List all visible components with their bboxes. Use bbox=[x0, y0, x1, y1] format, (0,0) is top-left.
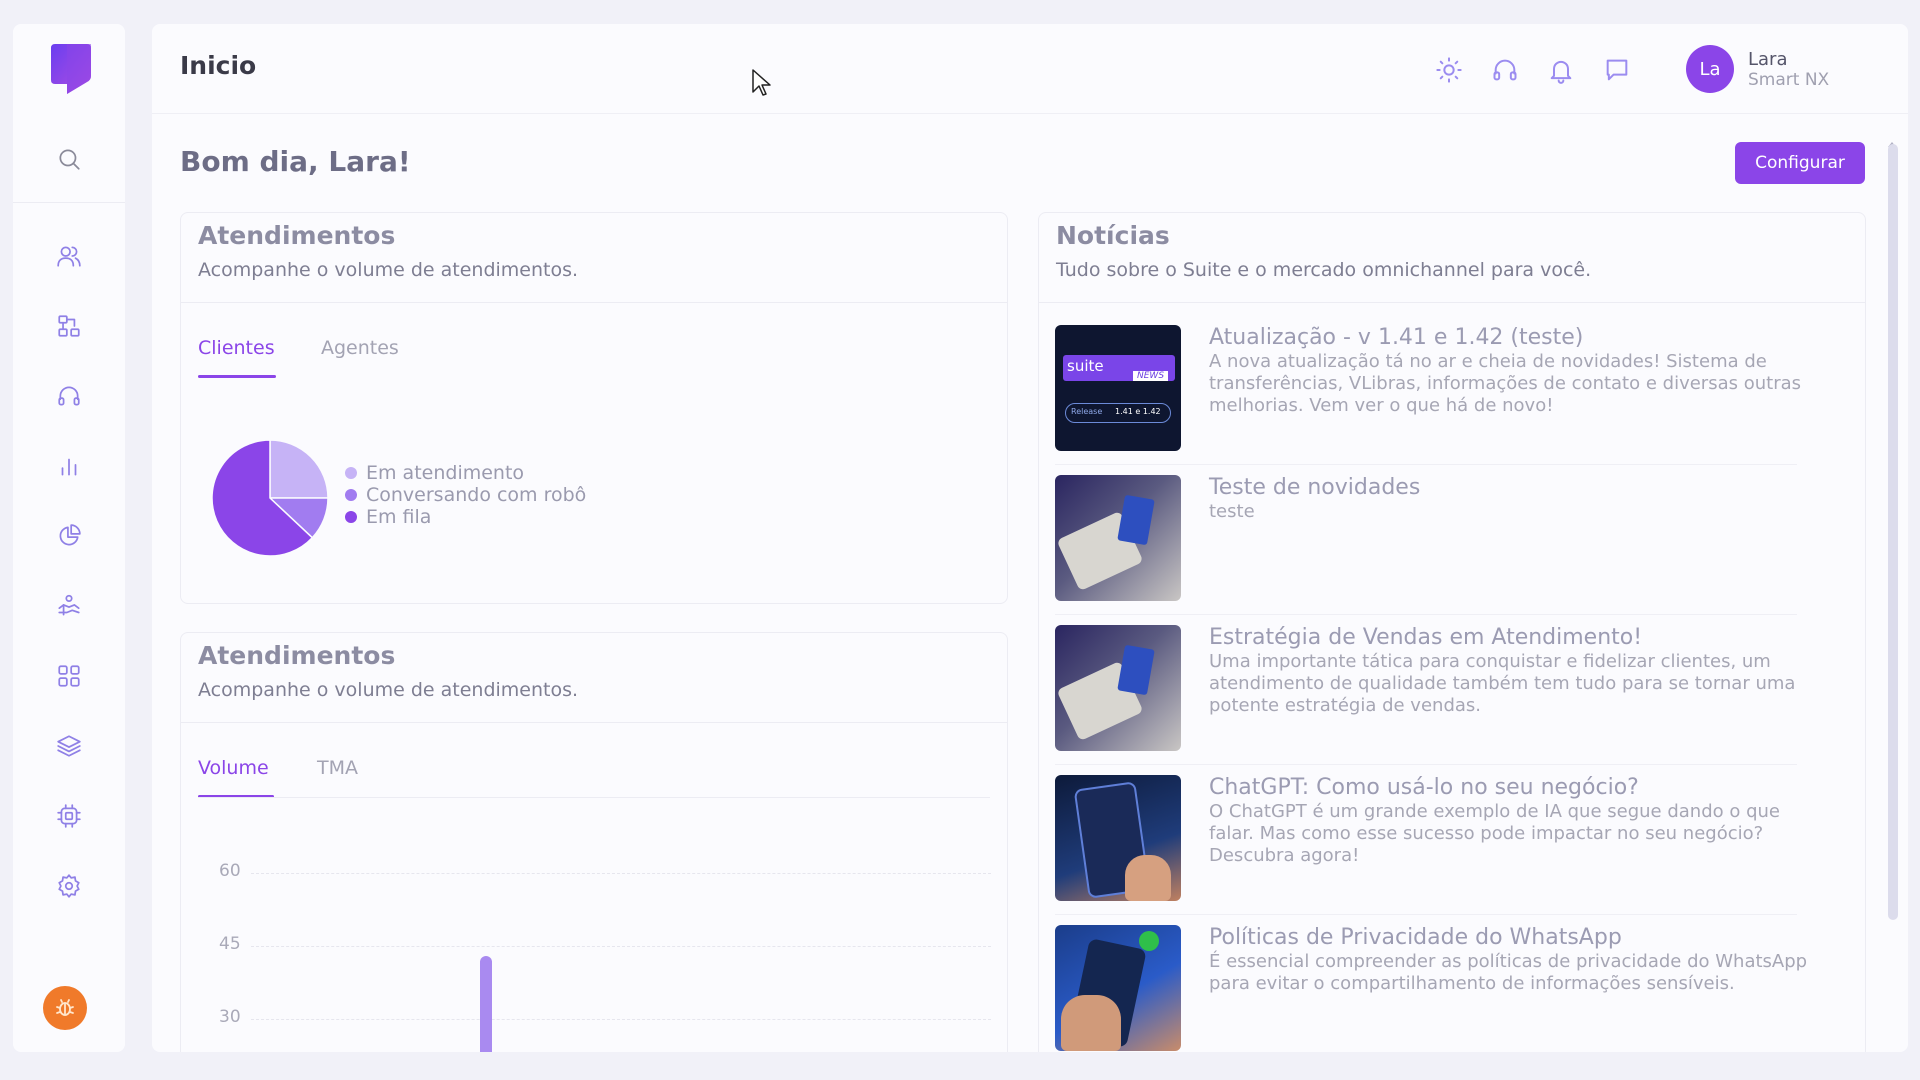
news-item[interactable]: suite NEWS Release 1.41 e 1.42 Atualizaç… bbox=[1055, 325, 1825, 465]
legend-dot bbox=[345, 467, 357, 479]
app-logo[interactable] bbox=[47, 40, 93, 96]
bar-chart-icon[interactable] bbox=[56, 453, 82, 479]
configure-button[interactable]: Configurar bbox=[1735, 142, 1865, 184]
tab-underline bbox=[198, 375, 276, 378]
thumb-tag: NEWS bbox=[1133, 371, 1169, 381]
y-tick-label: 60 bbox=[219, 861, 241, 881]
user-company: Smart NX bbox=[1748, 70, 1830, 90]
news-thumbnail bbox=[1055, 475, 1181, 601]
y-tick-label: 45 bbox=[219, 934, 241, 954]
news-separator bbox=[1055, 914, 1797, 915]
attendance-status-card: Atendimentos Acompanhe o volume de atend… bbox=[180, 212, 1008, 604]
volume-bar[interactable] bbox=[480, 955, 492, 1052]
avatar[interactable]: La bbox=[1686, 45, 1734, 93]
legend-label: Em atendimento bbox=[366, 462, 525, 484]
news-item[interactable]: Estratégia de Vendas em Atendimento! Uma… bbox=[1055, 625, 1825, 765]
bug-report-icon[interactable] bbox=[43, 986, 87, 1030]
sun-icon[interactable] bbox=[1435, 56, 1463, 84]
tab-agentes[interactable]: Agentes bbox=[321, 337, 399, 359]
settings-icon[interactable] bbox=[56, 873, 82, 899]
sidebar bbox=[13, 24, 125, 1052]
thumb-card bbox=[1117, 494, 1155, 546]
cpu-icon[interactable] bbox=[56, 803, 82, 829]
thumb-brand: suite bbox=[1067, 357, 1104, 375]
gridline bbox=[251, 1019, 991, 1020]
news-title[interactable]: Políticas de Privacidade do WhatsApp bbox=[1209, 925, 1622, 950]
handshake-icon[interactable] bbox=[56, 593, 82, 619]
headset-icon[interactable] bbox=[56, 383, 82, 409]
news-separator bbox=[1055, 764, 1797, 765]
pie-slice[interactable] bbox=[269, 439, 329, 499]
whatsapp-icon bbox=[1139, 931, 1159, 951]
thumb-hand bbox=[1061, 995, 1121, 1051]
pie-chart-icon[interactable] bbox=[56, 523, 82, 549]
mouse-cursor-icon bbox=[752, 69, 771, 96]
card-divider bbox=[181, 722, 1007, 723]
news-text: A nova atualização tá no ar e cheia de n… bbox=[1209, 351, 1801, 416]
thumb-version: 1.41 e 1.42 bbox=[1115, 407, 1161, 416]
news-text: O ChatGPT é um grande exemplo de IA que … bbox=[1209, 801, 1780, 866]
news-text: É essencial compreender as políticas de … bbox=[1209, 951, 1808, 994]
status-pie-chart bbox=[211, 439, 329, 557]
news-item[interactable]: Políticas de Privacidade do WhatsApp É e… bbox=[1055, 925, 1825, 1051]
top-bar: Inicio La Lara Smart NX bbox=[152, 24, 1908, 114]
tab-volume[interactable]: Volume bbox=[198, 757, 269, 779]
news-text: teste bbox=[1209, 501, 1255, 522]
legend-label: Em fila bbox=[366, 506, 432, 528]
card-title: Atendimentos bbox=[198, 641, 396, 670]
news-card: Notícias Tudo sobre o Suite e o mercado … bbox=[1038, 212, 1866, 1052]
page-title: Inicio bbox=[180, 51, 257, 80]
legend-dot bbox=[345, 511, 357, 523]
news-thumbnail bbox=[1055, 625, 1181, 751]
attendance-volume-card: Atendimentos Acompanhe o volume de atend… bbox=[180, 632, 1008, 1052]
news-thumbnail: suite NEWS Release 1.41 e 1.42 bbox=[1055, 325, 1181, 451]
main-panel: Inicio La Lara Smart NX Bom dia, Lara! C… bbox=[152, 24, 1908, 1052]
card-title: Atendimentos bbox=[198, 221, 396, 250]
news-text: Uma importante tática para conquistar e … bbox=[1209, 651, 1796, 716]
users-icon[interactable] bbox=[56, 243, 82, 269]
flow-icon[interactable] bbox=[56, 313, 82, 339]
tab-clientes[interactable]: Clientes bbox=[198, 337, 275, 359]
bell-icon[interactable] bbox=[1547, 56, 1575, 84]
y-tick-label: 30 bbox=[219, 1007, 241, 1027]
tab-tma[interactable]: TMA bbox=[317, 757, 358, 779]
card-title: Notícias bbox=[1056, 221, 1170, 250]
legend-label: Conversando com robô bbox=[366, 484, 587, 506]
news-title[interactable]: Teste de novidades bbox=[1209, 475, 1420, 500]
news-separator bbox=[1055, 614, 1797, 615]
legend-item: Em fila bbox=[345, 506, 431, 528]
news-separator bbox=[1055, 464, 1797, 465]
news-title[interactable]: Atualização - v 1.41 e 1.42 (teste) bbox=[1209, 325, 1583, 350]
news-thumbnail bbox=[1055, 925, 1181, 1051]
thumb-card bbox=[1117, 644, 1155, 696]
user-name: Lara bbox=[1748, 49, 1788, 70]
news-title[interactable]: Estratégia de Vendas em Atendimento! bbox=[1209, 625, 1642, 650]
legend-item: Conversando com robô bbox=[345, 484, 586, 506]
card-subtitle: Tudo sobre o Suite e o mercado omnichann… bbox=[1056, 259, 1592, 281]
news-thumbnail bbox=[1055, 775, 1181, 901]
card-divider bbox=[1039, 302, 1865, 303]
layers-icon[interactable] bbox=[56, 733, 82, 759]
sidebar-divider bbox=[13, 202, 125, 203]
news-title[interactable]: ChatGPT: Como usá-lo no seu negócio? bbox=[1209, 775, 1639, 800]
legend-item: Em atendimento bbox=[345, 462, 524, 484]
greeting: Bom dia, Lara! bbox=[180, 145, 411, 178]
apps-grid-icon[interactable] bbox=[56, 663, 82, 689]
news-item[interactable]: ChatGPT: Como usá-lo no seu negócio? O C… bbox=[1055, 775, 1825, 915]
gridline bbox=[251, 946, 991, 947]
chat-icon[interactable] bbox=[1603, 56, 1631, 84]
gridline bbox=[251, 873, 991, 874]
news-item[interactable]: Teste de novidades teste bbox=[1055, 475, 1825, 615]
thumb-hand bbox=[1125, 855, 1171, 901]
scrollbar-thumb[interactable] bbox=[1888, 144, 1898, 920]
search-icon[interactable] bbox=[56, 146, 82, 172]
card-divider bbox=[198, 797, 990, 798]
card-divider bbox=[181, 302, 1007, 303]
thumb-release: Release bbox=[1071, 407, 1103, 416]
legend-dot bbox=[345, 489, 357, 501]
card-subtitle: Acompanhe o volume de atendimentos. bbox=[198, 259, 579, 281]
headset-icon[interactable] bbox=[1491, 56, 1519, 84]
card-subtitle: Acompanhe o volume de atendimentos. bbox=[198, 679, 579, 701]
